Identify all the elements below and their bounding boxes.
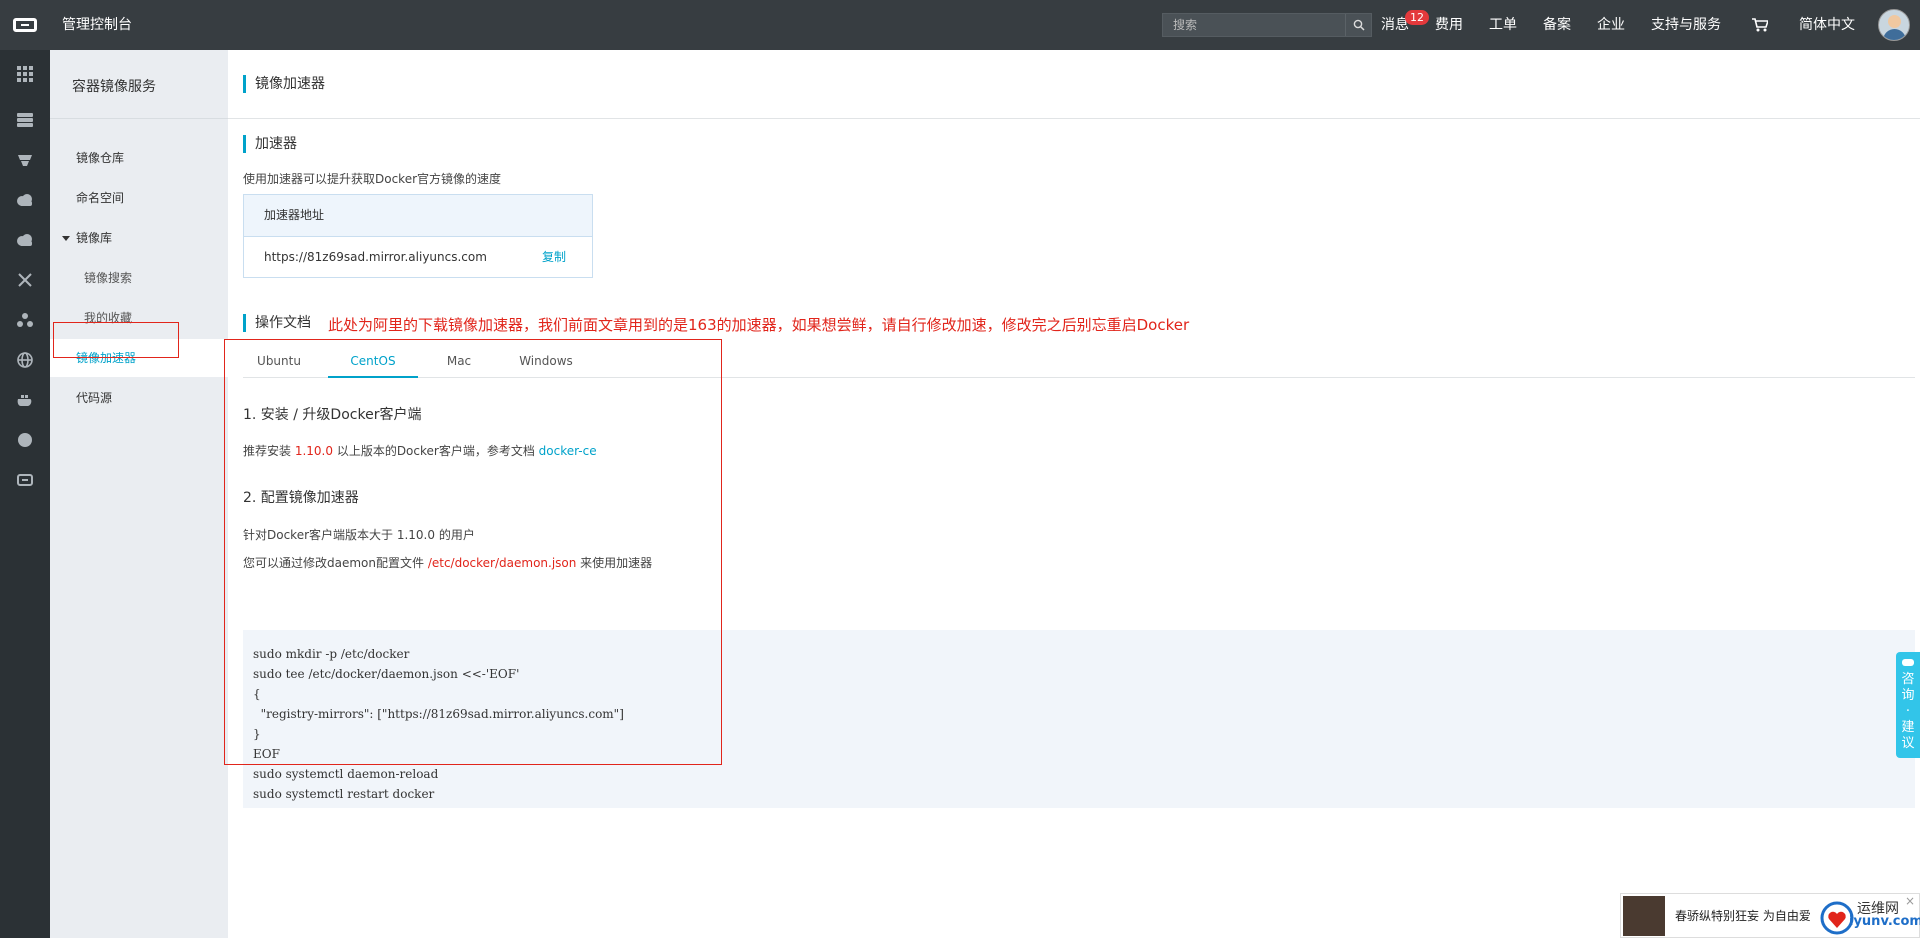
annotation-highlight-box [224, 339, 722, 765]
page-header: 镜像加速器 [228, 50, 1920, 119]
globe-icon[interactable] [15, 350, 35, 370]
red-annotation-text: 此处为阿里的下载镜像加速器，我们前面文章用到的是163的加速器，如果想尝鲜，请自… [328, 316, 1190, 334]
nav-enterprise[interactable]: 企业 [1584, 0, 1638, 50]
top-nav: 消息 12 费用 工单 备案 企业 支持与服务 简体中文 [1368, 0, 1920, 50]
nav-icp[interactable]: 备案 [1530, 0, 1584, 50]
cloud-icon[interactable] [15, 190, 35, 210]
consult-label-char: 议 [1901, 736, 1915, 751]
search-input[interactable] [1163, 14, 1343, 36]
consult-label-char: 咨 [1901, 672, 1915, 687]
page-title: 镜像加速器 [243, 75, 325, 93]
nav-billing[interactable]: 费用 [1422, 0, 1476, 50]
search-box[interactable] [1162, 13, 1372, 37]
code-line: sudo systemctl daemon-reload [253, 767, 439, 781]
consult-label-char: 建 [1901, 720, 1915, 735]
nav-messages[interactable]: 消息 12 [1368, 0, 1429, 50]
consult-label-char: 询 [1901, 688, 1915, 703]
cluster-icon[interactable] [15, 310, 35, 330]
code-line: sudo systemctl restart docker [253, 787, 435, 801]
database-icon[interactable] [15, 150, 35, 170]
accelerator-address-header: 加速器地址 [244, 195, 592, 237]
circle-icon[interactable] [15, 430, 35, 450]
console-title[interactable]: 管理控制台 [62, 0, 132, 50]
sidebar-item-namespaces[interactable]: 命名空间 [50, 179, 228, 217]
nav-support[interactable]: 支持与服务 [1638, 0, 1734, 50]
ad-text: 春骄纵特别狂妄 为自由爱 [1675, 909, 1811, 923]
site-logo-domain: iyunv.com [1849, 914, 1920, 929]
product-icon-bar [0, 50, 50, 938]
grid-menu-icon[interactable] [15, 64, 35, 84]
sidebar-group-image-library[interactable]: 镜像库 [50, 219, 228, 257]
caret-down-icon [62, 236, 70, 241]
annotation-highlight-box [53, 322, 179, 358]
consult-feedback-button[interactable]: 咨 询 · 建 议 [1896, 652, 1920, 758]
sidebar-item-code-source[interactable]: 代码源 [50, 379, 228, 417]
docs-section-title: 操作文档 [243, 314, 311, 332]
accelerator-box: 加速器地址 https://81z69sad.mirror.aliyuncs.c… [243, 194, 593, 278]
accelerator-hint: 使用加速器可以提升获取Docker官方镜像的速度 [243, 172, 502, 186]
copy-link[interactable]: 复制 [542, 237, 566, 277]
sidebar-divider [50, 118, 228, 119]
chat-icon [1902, 659, 1914, 666]
nav-tickets[interactable]: 工单 [1476, 0, 1530, 50]
container-icon[interactable] [15, 390, 35, 410]
accelerator-address: https://81z69sad.mirror.aliyuncs.com [264, 250, 487, 264]
ad-thumbnail [1623, 896, 1665, 936]
sidebar-title: 容器镜像服务 [72, 79, 156, 95]
network-icon[interactable] [15, 270, 35, 290]
user-avatar[interactable] [1878, 9, 1910, 41]
server-icon[interactable] [15, 110, 35, 130]
ad-banner[interactable]: 春骄纵特别狂妄 为自由爱 运维网 iyunv.com × [1620, 893, 1920, 938]
aliyun-logo-icon[interactable] [0, 0, 50, 50]
cloud-upload-icon[interactable] [15, 230, 35, 250]
sidebar-item-repositories[interactable]: 镜像仓库 [50, 139, 228, 177]
product-sidebar: 容器镜像服务 镜像仓库 命名空间 镜像库 镜像搜索 我的收藏 镜像加速器 代码源 [50, 50, 228, 938]
accelerator-section-title: 加速器 [243, 135, 297, 153]
cart-icon[interactable] [1734, 0, 1786, 50]
accelerator-address-row: https://81z69sad.mirror.aliyuncs.com 复制 [244, 237, 592, 277]
close-icon[interactable]: × [1905, 894, 1915, 908]
nav-language[interactable]: 简体中文 [1786, 0, 1868, 50]
top-bar: 管理控制台 消息 12 费用 工单 备案 企业 支持与服务 简体中文 [0, 0, 1920, 50]
sidebar-item-image-search[interactable]: 镜像搜索 [50, 259, 228, 297]
consult-label-char: · [1905, 704, 1911, 719]
sidebar-group-label: 镜像库 [76, 231, 113, 245]
console-icon[interactable] [15, 470, 35, 490]
